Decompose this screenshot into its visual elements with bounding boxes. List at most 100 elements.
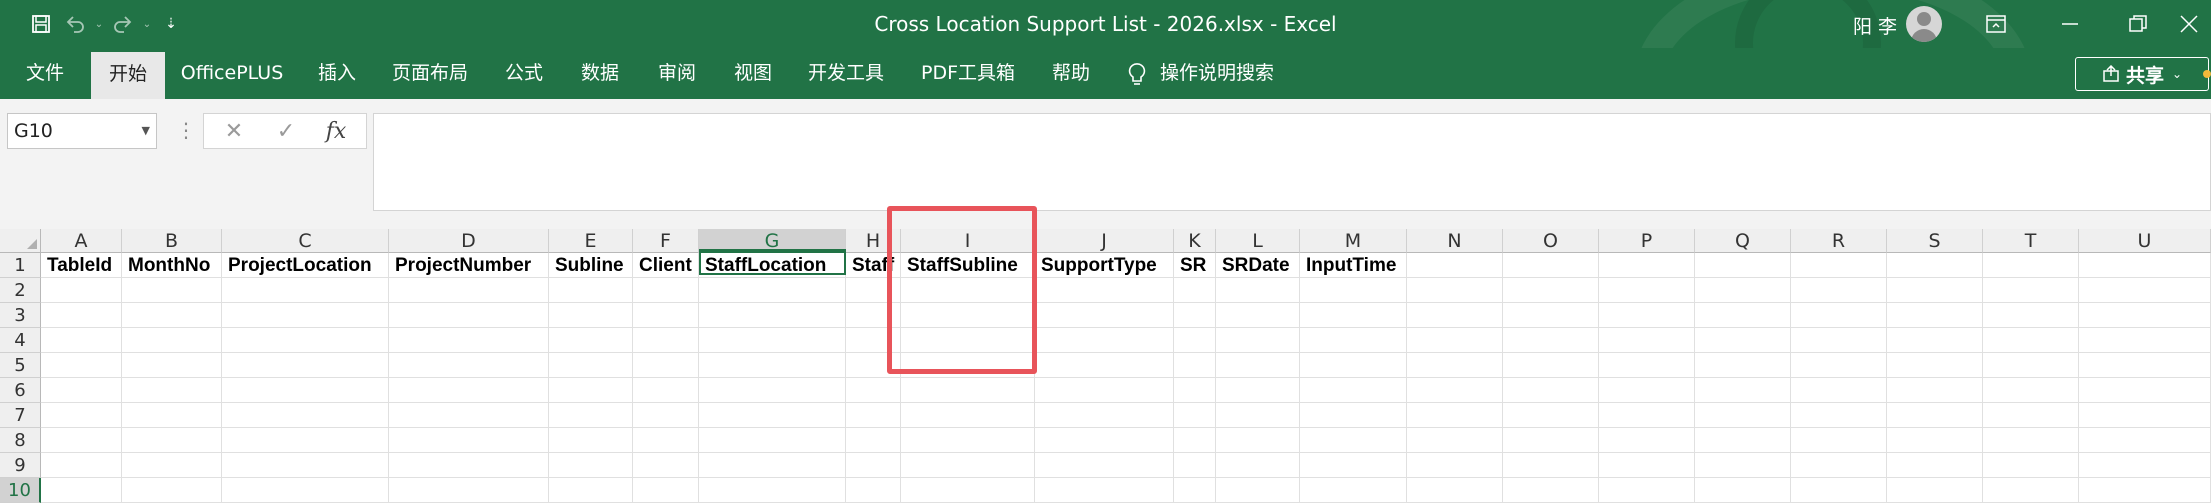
cell-d6[interactable] [389,378,549,403]
cell-j1[interactable]: SupportType [1035,253,1174,278]
cell-l7[interactable] [1216,403,1300,428]
cell-s4[interactable] [1887,328,1983,353]
cell-o6[interactable] [1503,378,1599,403]
tab-view[interactable]: 视图 [722,48,784,99]
cell-f7[interactable] [633,403,699,428]
cell-m1[interactable]: InputTime [1300,253,1407,278]
cell-b7[interactable] [122,403,222,428]
cancel-icon[interactable]: ✕ [214,114,254,148]
cell-c5[interactable] [222,353,389,378]
user-name[interactable]: 阳 李 [1853,12,1897,39]
cell-l10[interactable] [1216,478,1300,503]
column-header-q[interactable]: Q [1695,229,1791,253]
cell-f8[interactable] [633,428,699,453]
cell-e4[interactable] [549,328,633,353]
cell-u6[interactable] [2079,378,2211,403]
column-header-b[interactable]: B [122,229,222,253]
cell-q10[interactable] [1695,478,1791,503]
tab-officeplus[interactable]: OfficePLUS [176,48,288,99]
cell-s9[interactable] [1887,453,1983,478]
cell-g5[interactable] [699,353,846,378]
cell-r5[interactable] [1791,353,1887,378]
cell-u2[interactable] [2079,278,2211,303]
cell-o4[interactable] [1503,328,1599,353]
cell-f10[interactable] [633,478,699,503]
cell-l3[interactable] [1216,303,1300,328]
cell-c9[interactable] [222,453,389,478]
tab-help[interactable]: 帮助 [1040,48,1102,99]
cell-c2[interactable] [222,278,389,303]
cell-a7[interactable] [41,403,122,428]
row-header-5[interactable]: 5 [0,353,41,378]
cell-j4[interactable] [1035,328,1174,353]
cell-t3[interactable] [1983,303,2079,328]
cell-l5[interactable] [1216,353,1300,378]
cell-f3[interactable] [633,303,699,328]
column-header-d[interactable]: D [389,229,549,253]
cell-b1[interactable]: MonthNo [122,253,222,278]
cell-u3[interactable] [2079,303,2211,328]
cell-h10[interactable] [846,478,901,503]
cell-o2[interactable] [1503,278,1599,303]
cell-p10[interactable] [1599,478,1695,503]
cell-g9[interactable] [699,453,846,478]
enter-icon[interactable]: ✓ [266,114,306,148]
cell-k2[interactable] [1174,278,1216,303]
column-header-m[interactable]: M [1300,229,1407,253]
tab-formulas[interactable]: 公式 [493,48,555,99]
cell-n9[interactable] [1407,453,1503,478]
cell-o1[interactable] [1503,253,1599,278]
cell-s1[interactable] [1887,253,1983,278]
cell-b3[interactable] [122,303,222,328]
cell-a8[interactable] [41,428,122,453]
row-header-6[interactable]: 6 [0,378,41,403]
cell-u4[interactable] [2079,328,2211,353]
column-header-u[interactable]: U [2079,229,2211,253]
cell-b2[interactable] [122,278,222,303]
cell-m10[interactable] [1300,478,1407,503]
cell-j3[interactable] [1035,303,1174,328]
cell-j7[interactable] [1035,403,1174,428]
row-header-3[interactable]: 3 [0,303,41,328]
cell-c8[interactable] [222,428,389,453]
cell-e5[interactable] [549,353,633,378]
restore-icon[interactable] [2116,8,2160,40]
avatar[interactable] [1906,6,1942,42]
cell-m8[interactable] [1300,428,1407,453]
row-header-10[interactable]: 10 [0,478,41,503]
column-header-k[interactable]: K [1174,229,1216,253]
cell-b8[interactable] [122,428,222,453]
cell-g6[interactable] [699,378,846,403]
close-icon[interactable] [2180,8,2211,40]
column-header-t[interactable]: T [1983,229,2079,253]
cell-k8[interactable] [1174,428,1216,453]
cell-b10[interactable] [122,478,222,503]
cell-q1[interactable] [1695,253,1791,278]
cell-t10[interactable] [1983,478,2079,503]
cell-r6[interactable] [1791,378,1887,403]
cell-o10[interactable] [1503,478,1599,503]
cell-c6[interactable] [222,378,389,403]
cell-u10[interactable] [2079,478,2211,503]
tell-me-search[interactable]: 操作说明搜索 [1128,48,1288,99]
cell-h9[interactable] [846,453,901,478]
cell-q4[interactable] [1695,328,1791,353]
cell-n3[interactable] [1407,303,1503,328]
worksheet-grid[interactable]: A B C D E F G H I J K L M N O P Q R S T … [0,229,2211,503]
cell-c1[interactable]: ProjectLocation [222,253,389,278]
cell-s2[interactable] [1887,278,1983,303]
cell-a1[interactable]: TableId [41,253,122,278]
cell-e2[interactable] [549,278,633,303]
cell-f4[interactable] [633,328,699,353]
cell-t1[interactable] [1983,253,2079,278]
cell-p5[interactable] [1599,353,1695,378]
cell-d1[interactable]: ProjectNumber [389,253,549,278]
cell-r9[interactable] [1791,453,1887,478]
cell-j2[interactable] [1035,278,1174,303]
cell-t2[interactable] [1983,278,2079,303]
cell-k6[interactable] [1174,378,1216,403]
cell-l8[interactable] [1216,428,1300,453]
cell-r7[interactable] [1791,403,1887,428]
cell-b4[interactable] [122,328,222,353]
row-header-2[interactable]: 2 [0,278,41,303]
